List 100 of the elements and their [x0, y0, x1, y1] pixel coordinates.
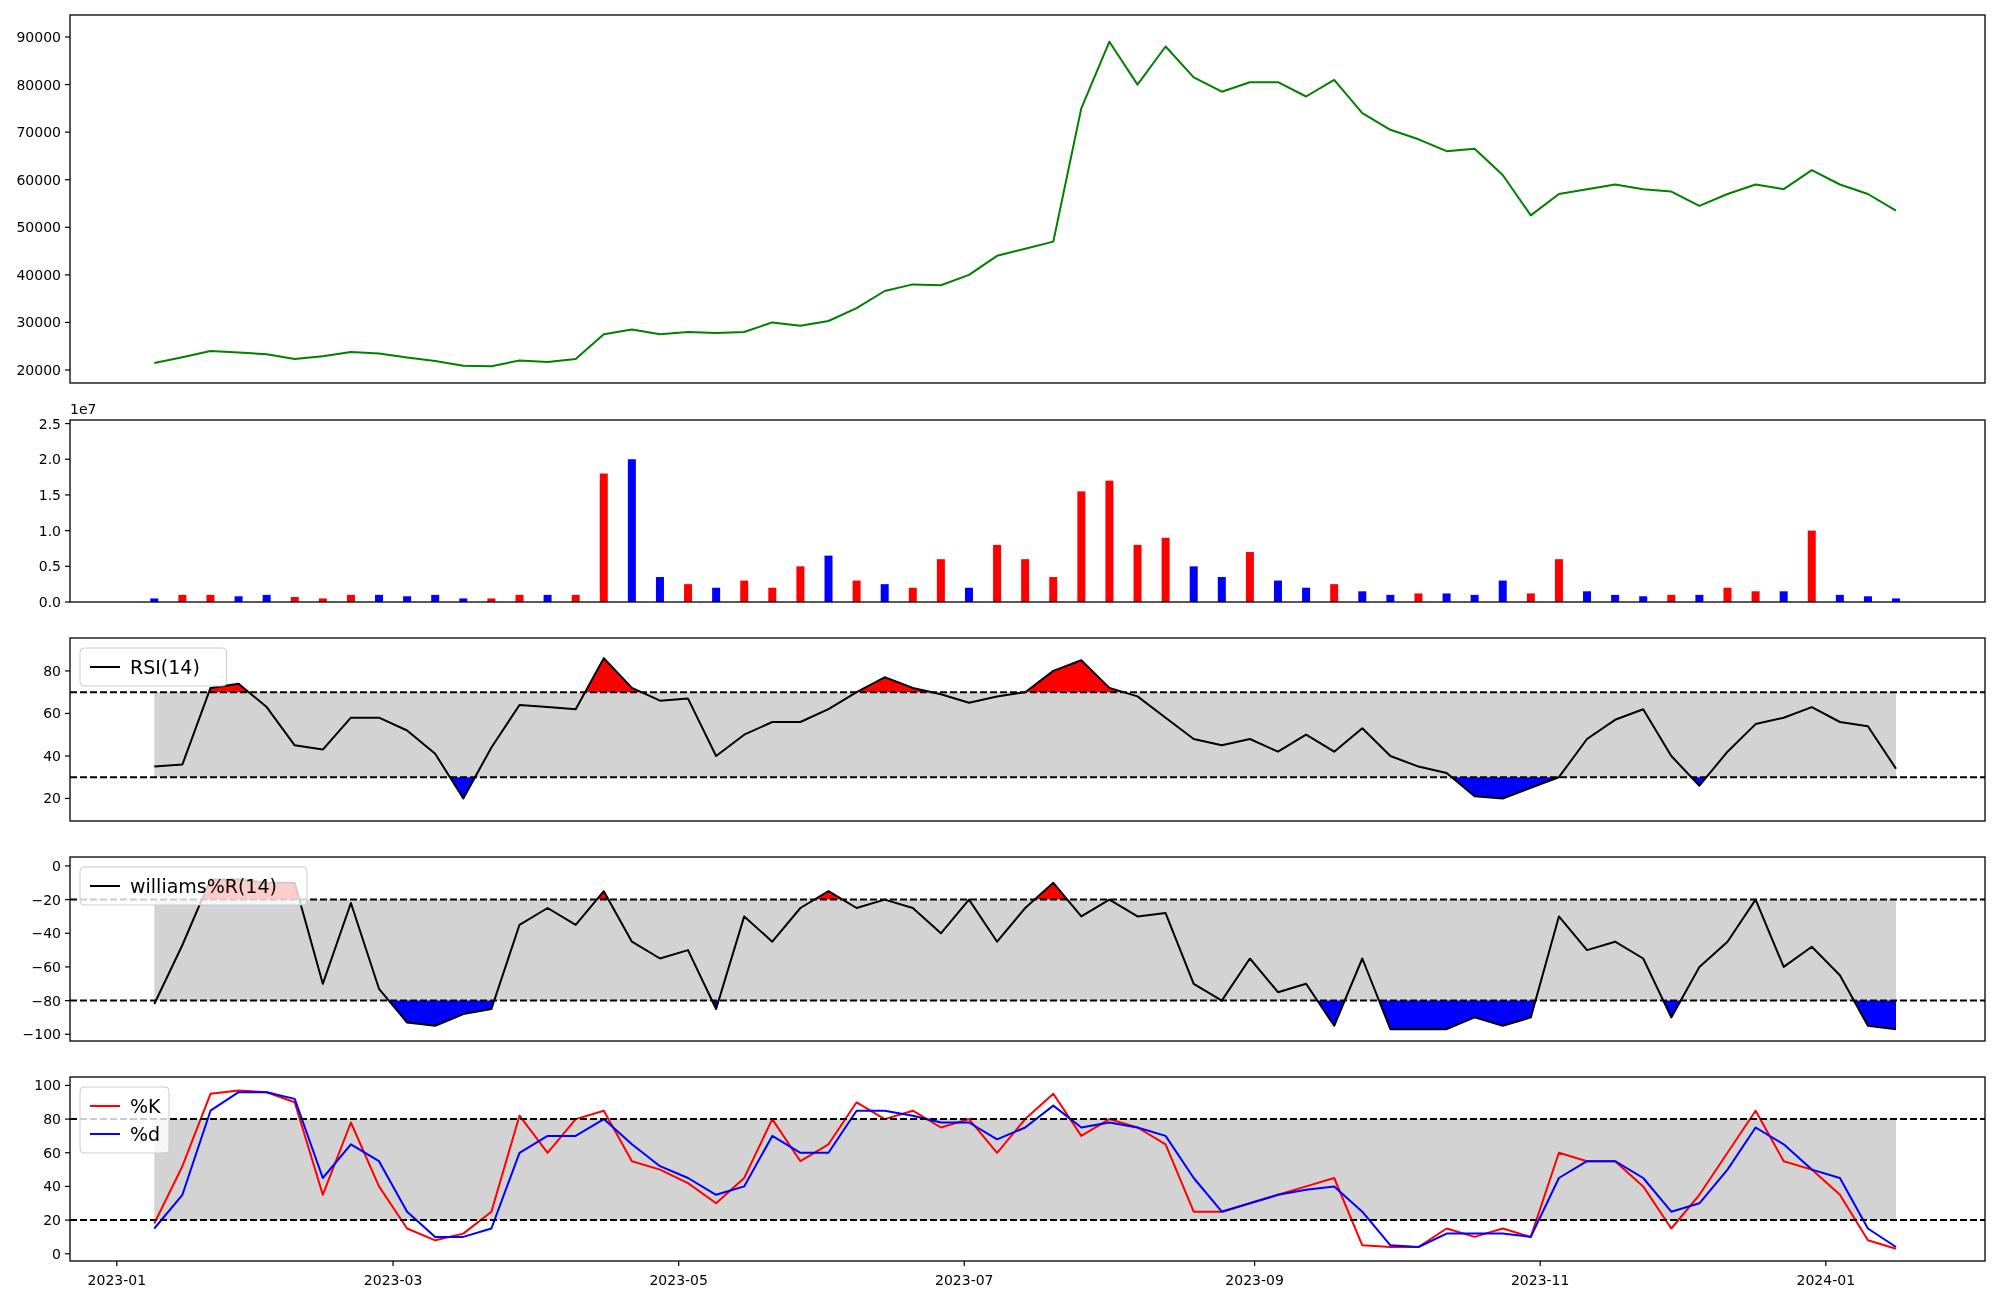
y-tick-label: 0 — [52, 1245, 61, 1262]
volume-bar — [1470, 594, 1479, 602]
legend-label: williams%R(14) — [130, 875, 277, 897]
volume-bar — [1667, 594, 1676, 602]
legend-line-icon — [89, 885, 121, 887]
volume-bar — [1498, 580, 1507, 602]
volume-bar — [880, 584, 889, 602]
volume-bar — [1583, 591, 1591, 602]
legend-line-icon — [89, 1133, 121, 1135]
x-tick-label: 2023-07 — [935, 1272, 994, 1288]
volume-bar — [1358, 591, 1367, 602]
volume-bar — [1245, 552, 1254, 602]
volume-bar — [571, 594, 580, 602]
y-tick-label: −80 — [31, 992, 61, 1009]
volume-bar — [403, 596, 412, 602]
volume-bar — [1133, 544, 1142, 602]
axis-multiplier: 1e7 — [70, 401, 97, 417]
volume-bar — [1330, 584, 1339, 602]
y-tick-label: −20 — [31, 891, 61, 908]
volume-bar — [1554, 559, 1563, 602]
volume-bar — [712, 587, 721, 602]
y-tick-label: 60 — [43, 705, 61, 722]
y-tick-label: 60000 — [16, 171, 61, 188]
y-tick-label: −60 — [31, 958, 61, 975]
legend-line-icon — [89, 666, 121, 668]
volume-bar — [1695, 594, 1704, 602]
volume-bar — [1526, 593, 1535, 602]
y-tick-label: −100 — [22, 1026, 61, 1043]
volume-bar — [290, 597, 299, 602]
volume-bar — [150, 598, 159, 602]
volume-bar — [740, 580, 749, 602]
volume-bar — [908, 587, 917, 602]
volume-bar — [993, 544, 1002, 602]
y-tick-label: 0.5 — [38, 558, 61, 575]
volume-bar — [1639, 596, 1648, 602]
volume-bar — [234, 596, 243, 602]
y-tick-label: 90000 — [16, 29, 61, 45]
volume-bar — [459, 598, 468, 602]
volume-bar — [1442, 593, 1451, 602]
y-tick-label: 80 — [43, 662, 61, 679]
y-tick-label: 80 — [43, 1111, 61, 1128]
volume-bar — [178, 594, 187, 602]
y-tick-label: 40 — [43, 1178, 61, 1195]
volume-bar — [936, 559, 945, 602]
volume-bar — [487, 598, 496, 602]
y-tick-label: 70000 — [16, 124, 61, 141]
y-tick-label: 2.0 — [38, 451, 61, 468]
volume-bar — [1161, 537, 1170, 602]
legend-label: %d — [130, 1123, 161, 1145]
legend-label: RSI(14) — [130, 656, 200, 678]
volume-bar — [964, 587, 973, 602]
volume-bar — [1807, 530, 1816, 602]
y-tick-label: 100 — [34, 1077, 61, 1094]
volume-bar — [1386, 594, 1395, 602]
y-tick-label: 0.0 — [38, 594, 61, 610]
volume-bar — [543, 594, 552, 602]
volume-bar — [1863, 596, 1872, 602]
volume-bar — [1189, 566, 1198, 602]
volume-bar — [1751, 591, 1760, 602]
x-tick-label: 2023-01 — [87, 1272, 147, 1288]
y-tick-label: 50000 — [16, 219, 61, 236]
volume-bar — [375, 594, 383, 602]
y-tick-label: 20 — [43, 1212, 61, 1229]
volume-bar — [824, 555, 833, 602]
volume-bar — [768, 587, 777, 602]
x-tick-label: 2023-11 — [1510, 1272, 1570, 1288]
volume-bar — [206, 594, 215, 602]
volume-bar — [1217, 577, 1226, 602]
volume-bar — [1274, 580, 1282, 602]
y-tick-label: 1.0 — [38, 522, 61, 539]
volume-bar — [852, 580, 861, 602]
y-tick-label: 2.5 — [38, 415, 61, 432]
x-tick-label: 2024-01 — [1796, 1272, 1856, 1288]
volume-bar — [1414, 593, 1423, 602]
volume-bar — [1021, 559, 1030, 602]
y-tick-label: 30000 — [16, 314, 61, 331]
volume-bar — [346, 594, 355, 602]
y-tick-label: 60 — [43, 1144, 61, 1161]
y-tick-label: 40 — [43, 747, 61, 764]
volume-bar — [1611, 594, 1620, 602]
x-tick-label: 2023-05 — [649, 1272, 708, 1288]
volume-bar — [796, 566, 805, 602]
y-tick-label: 40000 — [16, 266, 61, 283]
volume-bar — [431, 594, 440, 602]
y-tick-label: 0 — [52, 857, 61, 874]
x-tick-label: 2023-03 — [363, 1272, 423, 1288]
x-tick-label: 2023-09 — [1225, 1272, 1284, 1288]
volume-bar — [515, 594, 524, 602]
y-tick-label: 1.5 — [38, 486, 61, 503]
y-tick-label: −40 — [31, 925, 61, 942]
y-tick-label: 20000 — [16, 362, 61, 378]
volume-bar — [262, 594, 271, 602]
legend-line-icon — [89, 1105, 121, 1107]
y-tick-label: 20 — [43, 790, 61, 807]
volume-bar — [1723, 587, 1732, 602]
y-tick-label: 80000 — [16, 76, 61, 93]
volume-bar — [1892, 598, 1901, 602]
volume-bar — [1049, 577, 1058, 602]
volume-bar — [318, 598, 327, 602]
volume-bar — [1302, 587, 1311, 602]
